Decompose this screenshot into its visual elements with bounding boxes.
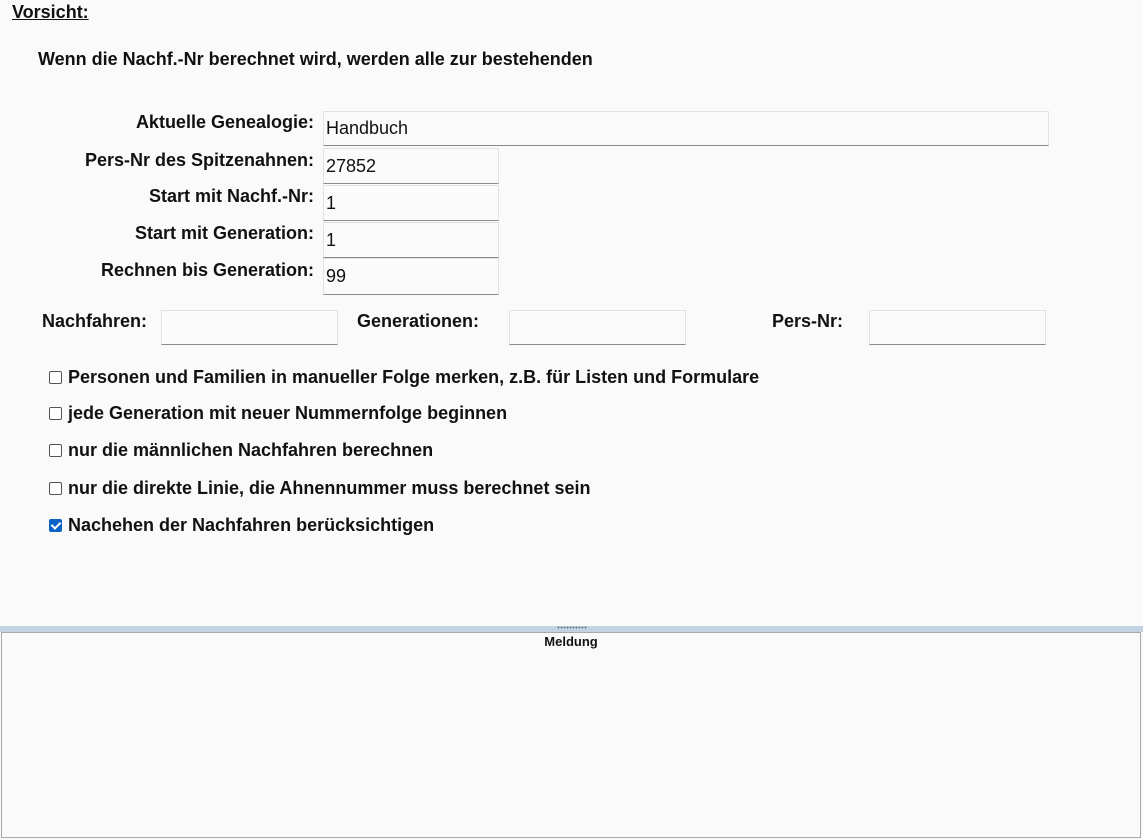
warning-title: Vorsicht: xyxy=(12,2,89,22)
male-only-label: nur die männlichen Nachfahren berechnen xyxy=(68,440,434,460)
pers-nr-label: Pers-Nr des Spitzenahnen: xyxy=(84,150,314,170)
genealogy-field[interactable] xyxy=(323,111,1049,146)
nachfahren-field[interactable] xyxy=(161,310,338,345)
option-direct-line[interactable]: nur die direkte Linie, die Ahnennummer m… xyxy=(49,478,590,499)
message-panel-title: Meldung xyxy=(544,634,598,649)
direct-line-label: nur die direkte Linie, die Ahnennummer m… xyxy=(68,478,591,498)
calc-until-field[interactable] xyxy=(323,258,499,295)
new-numbering-label: jede Generation mit neuer Nummernfolge b… xyxy=(68,403,508,423)
start-nachf-field[interactable] xyxy=(323,185,499,221)
calc-until-label: Rechnen bis Generation: xyxy=(100,260,314,280)
manual-order-label: Personen und Familien in manueller Folge… xyxy=(68,367,760,387)
nachfahren-label: Nachfahren: xyxy=(42,311,148,331)
splitter-grip-icon[interactable] xyxy=(557,626,587,629)
start-nachf-label: Start mit Nachf.-Nr: xyxy=(148,186,314,206)
remarriages-label: Nachehen der Nachfahren berücksichtigen xyxy=(68,515,435,535)
manual-order-checkbox[interactable] xyxy=(49,371,62,384)
descendant-settings-panel: Vorsicht: Wenn die Nachf.-Nr berechnet w… xyxy=(0,0,1143,626)
stats-pers-nr-field[interactable] xyxy=(869,310,1046,345)
message-panel: Meldung xyxy=(1,632,1141,838)
male-only-checkbox[interactable] xyxy=(49,444,62,457)
start-gen-field[interactable] xyxy=(323,222,499,258)
genealogy-label: Aktuelle Genealogie: xyxy=(135,112,314,132)
pers-nr-field[interactable] xyxy=(323,148,499,184)
option-remarriages[interactable]: Nachehen der Nachfahren berücksichtigen xyxy=(49,515,434,536)
option-manual-order[interactable]: Personen und Familien in manueller Folge… xyxy=(49,367,759,388)
direct-line-checkbox[interactable] xyxy=(49,482,62,495)
start-gen-label: Start mit Generation: xyxy=(134,223,314,243)
generationen-label: Generationen: xyxy=(357,311,480,331)
warning-text: Wenn die Nachf.-Nr berechnet wird, werde… xyxy=(38,49,593,69)
generationen-field[interactable] xyxy=(509,310,686,345)
remarriages-checkbox[interactable] xyxy=(49,519,62,532)
new-numbering-checkbox[interactable] xyxy=(49,407,62,420)
option-new-numbering[interactable]: jede Generation mit neuer Nummernfolge b… xyxy=(49,403,507,424)
option-male-only[interactable]: nur die männlichen Nachfahren berechnen xyxy=(49,440,433,461)
stats-pers-nr-label: Pers-Nr: xyxy=(772,311,844,331)
